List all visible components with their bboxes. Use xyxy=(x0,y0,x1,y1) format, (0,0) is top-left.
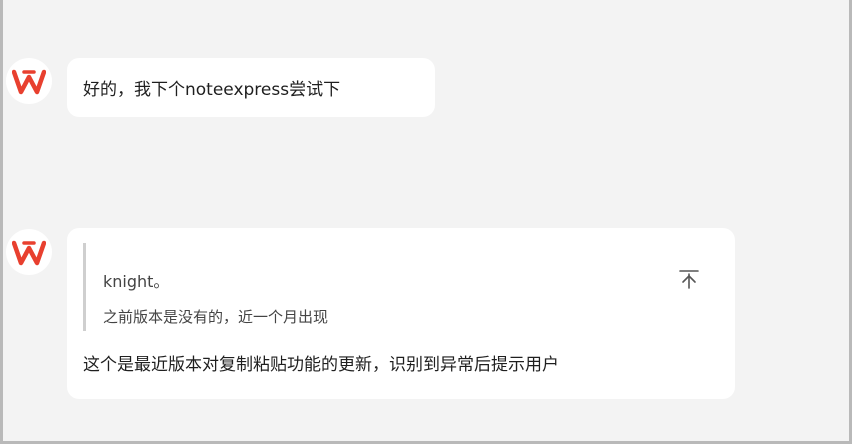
quote-author: knight。 xyxy=(103,272,170,291)
message-bubble[interactable]: knight。 之前版本是没有的，近一个月出现 这个是最近版本对复制粘贴功能的更… xyxy=(67,228,735,399)
sender-avatar[interactable] xyxy=(6,229,52,275)
jump-to-original-icon[interactable] xyxy=(677,267,701,291)
message-bubble[interactable]: 好的，我下个noteexpress尝试下 xyxy=(67,58,435,117)
wps-logo-icon xyxy=(12,69,46,95)
message-text: 好的，我下个noteexpress尝试下 xyxy=(83,80,341,100)
message-text: 这个是最近版本对复制粘贴功能的更新，识别到异常后提示用户 xyxy=(83,355,559,375)
wps-logo-icon xyxy=(12,240,46,266)
sender-avatar[interactable] xyxy=(6,58,52,104)
quote-text: 之前版本是没有的，近一个月出现 xyxy=(103,308,329,326)
quoted-message[interactable]: knight。 之前版本是没有的，近一个月出现 xyxy=(83,243,705,331)
